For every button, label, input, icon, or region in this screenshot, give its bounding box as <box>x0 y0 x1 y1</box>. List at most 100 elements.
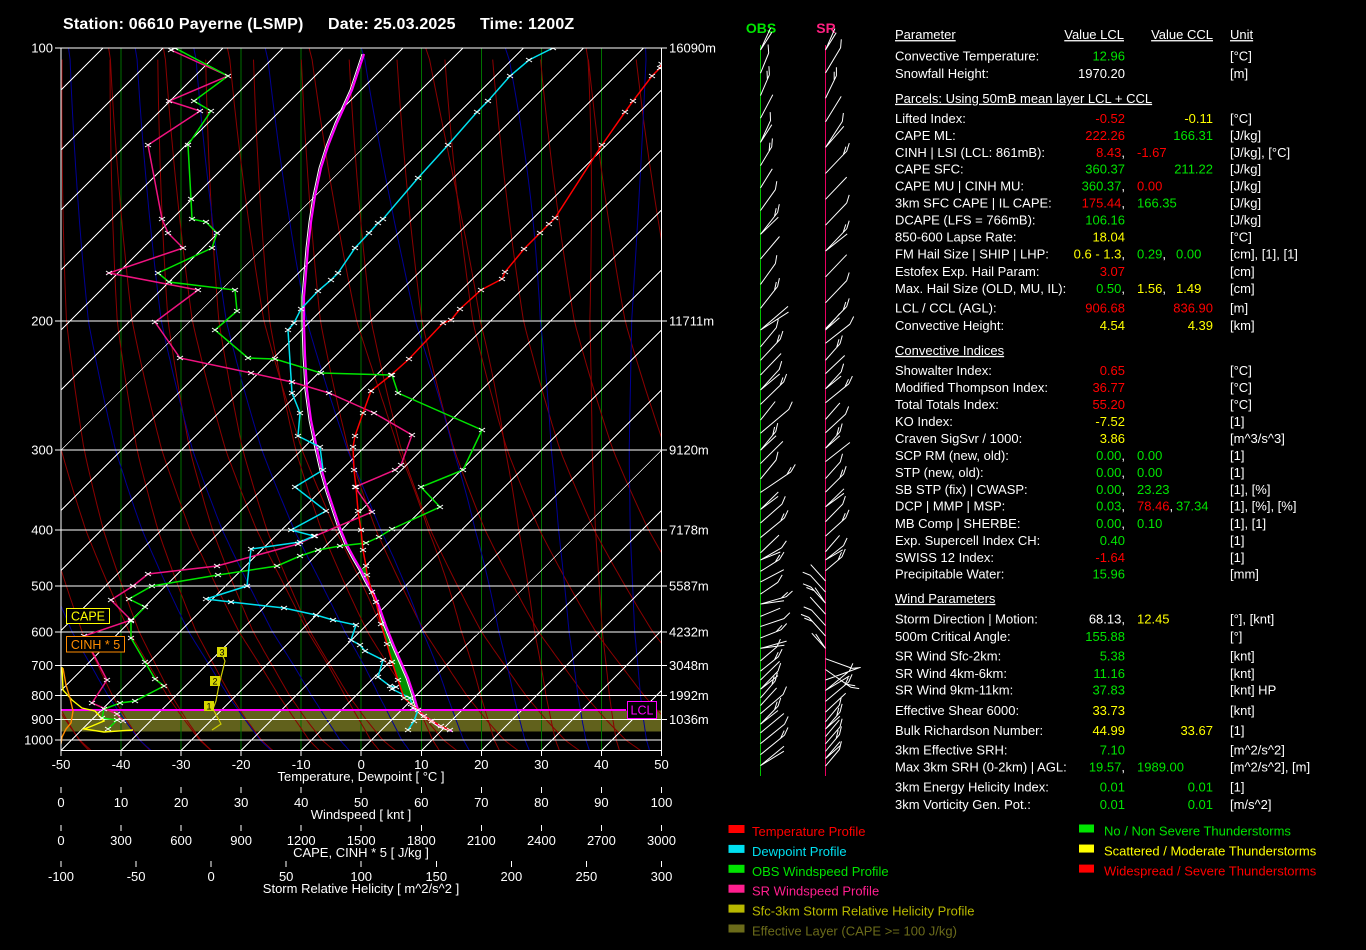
svg-text:[m^3/s^3]: [m^3/s^3] <box>1230 431 1285 446</box>
svg-text:90: 90 <box>594 795 608 810</box>
svg-text:Lifted Index:: Lifted Index: <box>895 111 966 126</box>
svg-text:Temperature Profile: Temperature Profile <box>752 824 865 839</box>
svg-text:Modified Thompson Index:: Modified Thompson Index: <box>895 380 1048 395</box>
svg-text:0.50,: 0.50, <box>1096 281 1125 296</box>
svg-text:15.96: 15.96 <box>1092 567 1125 582</box>
svg-text:100: 100 <box>31 41 53 56</box>
svg-text:37.83: 37.83 <box>1092 683 1125 698</box>
svg-text:[knt]: [knt] <box>1230 703 1255 718</box>
svg-text:40: 40 <box>294 795 308 810</box>
svg-text:0.29,: 0.29, <box>1137 247 1166 262</box>
svg-text:166.31: 166.31 <box>1173 128 1213 143</box>
svg-text:-50: -50 <box>52 757 71 772</box>
svg-text:No / Non Severe Thunderstorms: No / Non Severe Thunderstorms <box>1104 824 1291 839</box>
svg-text:Bulk Richardson Number:: Bulk Richardson Number: <box>895 723 1043 738</box>
svg-text:0.01: 0.01 <box>1188 779 1213 794</box>
svg-text:0.01: 0.01 <box>1188 797 1213 812</box>
svg-text:SR Wind 9km-11km:: SR Wind 9km-11km: <box>895 683 1013 698</box>
svg-text:Craven SigSvr / 1000:: Craven SigSvr / 1000: <box>895 431 1022 446</box>
svg-text:37.34: 37.34 <box>1176 499 1209 514</box>
svg-text:222.26: 222.26 <box>1085 128 1125 143</box>
svg-text:[J/kg], [°C]: [J/kg], [°C] <box>1230 145 1290 160</box>
svg-text:CINH | LSI (LCL: 861mB):: CINH | LSI (LCL: 861mB): <box>895 145 1045 160</box>
svg-text:Date: 25.03.2025: Date: 25.03.2025 <box>328 16 456 33</box>
svg-text:50: 50 <box>654 757 668 772</box>
svg-text:0: 0 <box>57 833 64 848</box>
svg-text:19.57,: 19.57, <box>1089 760 1125 775</box>
svg-text:[m/s^2]: [m/s^2] <box>1230 797 1272 812</box>
svg-text:[J/kg]: [J/kg] <box>1230 128 1261 143</box>
svg-text:SWISS 12 Index:: SWISS 12 Index: <box>895 550 994 565</box>
svg-text:-1.64: -1.64 <box>1095 550 1125 565</box>
svg-text:Value CCL: Value CCL <box>1151 27 1213 42</box>
svg-text:1.49: 1.49 <box>1176 281 1201 296</box>
svg-text:DCP | MMP | MSP:: DCP | MMP | MSP: <box>895 499 1005 514</box>
svg-text:[m]: [m] <box>1230 301 1248 316</box>
svg-text:-40: -40 <box>112 757 131 772</box>
svg-text:0.00: 0.00 <box>1176 247 1201 262</box>
svg-text:Estofex Exp. Hail Param:: Estofex Exp. Hail Param: <box>895 264 1040 279</box>
svg-text:0.00: 0.00 <box>1137 465 1162 480</box>
svg-text:0.01: 0.01 <box>1100 779 1125 794</box>
svg-text:18.04: 18.04 <box>1092 230 1125 245</box>
svg-text:-30: -30 <box>172 757 191 772</box>
svg-text:[J/kg]: [J/kg] <box>1230 213 1261 228</box>
svg-text:[°C]: [°C] <box>1230 111 1252 126</box>
svg-text:CAPE SFC:: CAPE SFC: <box>895 162 964 177</box>
svg-text:[°C]: [°C] <box>1230 363 1252 378</box>
svg-text:Scattered / Moderate Thunderst: Scattered / Moderate Thunderstorms <box>1104 844 1317 859</box>
svg-text:-0.11: -0.11 <box>1184 111 1213 126</box>
svg-text:[1], [%]: [1], [%] <box>1230 482 1270 497</box>
svg-text:[knt]: [knt] <box>1230 666 1255 681</box>
svg-text:Storm Direction | Motion:: Storm Direction | Motion: <box>895 612 1038 627</box>
svg-text:[°], [knt]: [°], [knt] <box>1230 612 1274 627</box>
svg-text:[1]: [1] <box>1230 448 1244 463</box>
svg-text:STP (new, old):: STP (new, old): <box>895 465 984 480</box>
svg-text:[1]: [1] <box>1230 414 1244 429</box>
svg-text:[m]: [m] <box>1230 66 1248 81</box>
svg-text:[m^2/s^2]: [m^2/s^2] <box>1230 743 1285 758</box>
svg-text:11.16: 11.16 <box>1093 666 1125 681</box>
svg-text:MB Comp | SHERBE:: MB Comp | SHERBE: <box>895 516 1020 531</box>
svg-text:80: 80 <box>534 795 548 810</box>
svg-text:SB STP (fix) | CWASP:: SB STP (fix) | CWASP: <box>895 482 1028 497</box>
svg-text:55.20: 55.20 <box>1092 397 1125 412</box>
svg-text:166.35: 166.35 <box>1137 195 1177 210</box>
svg-text:Station: 06610 Payerne (LSMP): Station: 06610 Payerne (LSMP) <box>63 16 304 33</box>
svg-text:5.38: 5.38 <box>1100 649 1125 664</box>
svg-text:Storm Relative Helicity [ m^2: Storm Relative Helicity [ m^2/s^2 ] <box>263 881 459 896</box>
svg-text:300: 300 <box>31 443 53 458</box>
svg-text:CAPE ML:: CAPE ML: <box>895 128 956 143</box>
svg-text:2: 2 <box>212 677 217 687</box>
svg-text:Showalter Index:: Showalter Index: <box>895 363 992 378</box>
svg-text:[1]: [1] <box>1230 723 1244 738</box>
svg-text:30: 30 <box>534 757 548 772</box>
svg-text:3km Energy Helicity Index:: 3km Energy Helicity Index: <box>895 779 1049 794</box>
svg-text:0.6 - 1.3,: 0.6 - 1.3, <box>1074 247 1125 262</box>
svg-text:[1], [1]: [1], [1] <box>1230 516 1266 531</box>
svg-text:[J/kg]: [J/kg] <box>1230 195 1261 210</box>
svg-text:70: 70 <box>474 795 488 810</box>
svg-text:0: 0 <box>207 869 214 884</box>
svg-text:2400: 2400 <box>527 833 556 848</box>
svg-text:CAPE MU | CINH MU:: CAPE MU | CINH MU: <box>895 179 1024 194</box>
svg-text:8.43,: 8.43, <box>1096 145 1125 160</box>
svg-text:Temperature, Dewpoint [ °C ]: Temperature, Dewpoint [ °C ] <box>277 769 444 784</box>
svg-text:600: 600 <box>31 625 53 640</box>
svg-text:5587m: 5587m <box>669 579 709 594</box>
svg-text:0.00,: 0.00, <box>1096 465 1125 480</box>
svg-text:0: 0 <box>57 795 64 810</box>
svg-text:[°C]: [°C] <box>1230 380 1252 395</box>
svg-text:12.96: 12.96 <box>1092 49 1125 64</box>
svg-text:44.99: 44.99 <box>1092 723 1125 738</box>
svg-text:Max. Hail Size (OLD, MU, IL):: Max. Hail Size (OLD, MU, IL): <box>895 281 1066 296</box>
svg-text:7178m: 7178m <box>669 523 709 538</box>
svg-text:200: 200 <box>501 869 523 884</box>
svg-text:1: 1 <box>206 702 211 712</box>
svg-text:500: 500 <box>31 579 53 594</box>
svg-text:LCL / CCL (AGL):: LCL / CCL (AGL): <box>895 301 997 316</box>
svg-text:-1.67: -1.67 <box>1137 145 1167 160</box>
svg-text:Widespread / Severe Thundersto: Widespread / Severe Thunderstorms <box>1104 864 1317 879</box>
svg-text:[km]: [km] <box>1230 318 1255 333</box>
svg-text:[cm], [1], [1]: [cm], [1], [1] <box>1230 247 1298 262</box>
